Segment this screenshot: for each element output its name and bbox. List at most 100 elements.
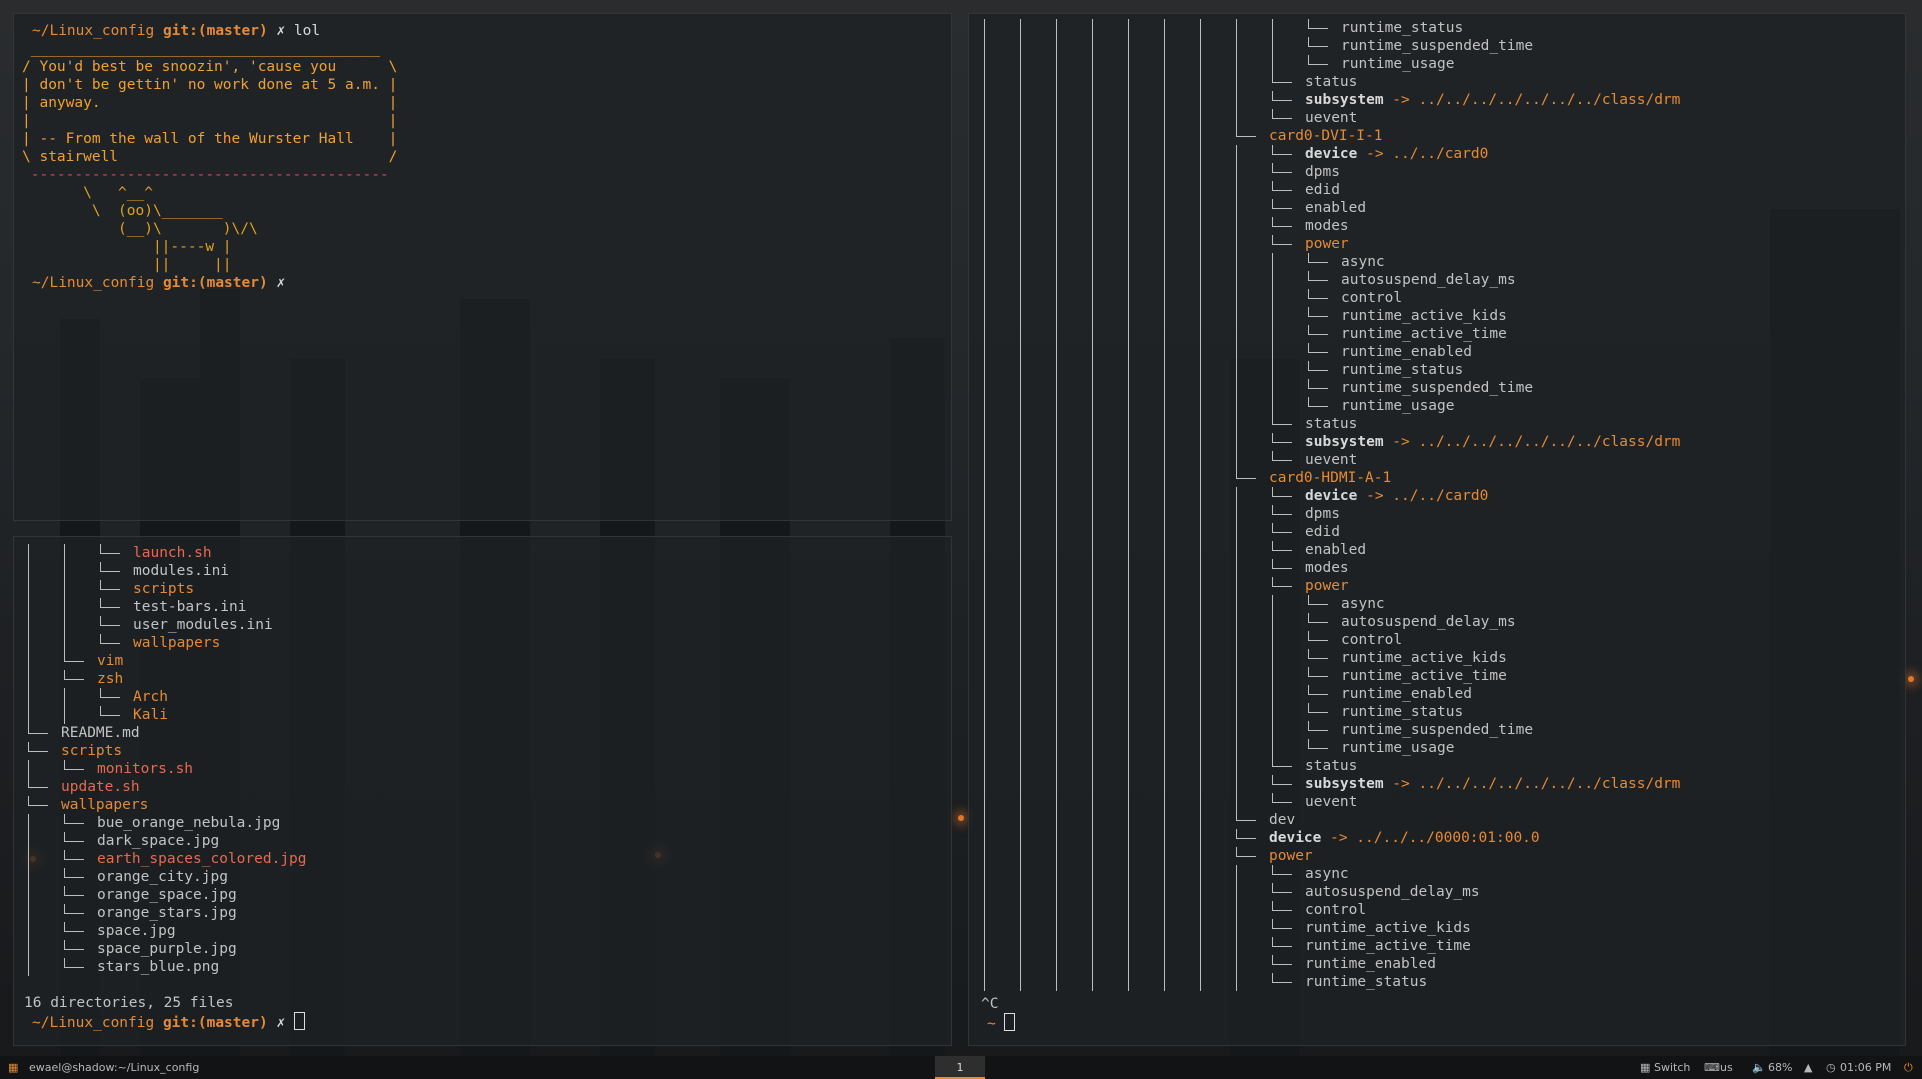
tree-entry-name: runtime_enabled [1341,686,1472,702]
keyboard-icon: ⌨ [1704,1061,1720,1074]
terminal-sysfs-tree[interactable]: runtime_status runtime_suspended_time runt… [968,13,1906,1046]
tree-entry-name: runtime_enabled [1305,956,1436,972]
prompt-git: git:(master) [162,23,268,39]
tree-guide [1056,19,1057,991]
tree-entry: modes [1305,217,1349,235]
tree-entry: autosuspend_delay_ms [1305,883,1480,901]
tree-connector [100,706,126,724]
tree-entry: wallpapers [133,634,220,652]
tree-connector [100,544,126,562]
tree-connector [1272,505,1298,523]
symlink-target: -> ../../card0 [1357,488,1489,504]
tree-guide [1164,19,1165,991]
tree-connector [1308,613,1334,631]
symlink-target: -> ../../../../../../../class/drm [1383,92,1681,108]
tree-entry-name: status [1305,74,1358,90]
prompt-line: ~/Linux_config git:(master) ✗ [32,1012,305,1031]
tree-entry: runtime_status [1341,19,1463,37]
cow-bubble-line: | | [22,113,398,129]
cow-bubble-line: / You'd best be snoozin', 'cause you \ [22,59,398,75]
tree-connector [64,868,90,886]
prompt-path: ~/Linux_config [32,1015,155,1031]
tree-entry-name: async [1341,596,1385,612]
tree-entry-name: runtime_suspended_time [1341,38,1534,54]
tree-connector [1272,577,1298,595]
tree-entry: bue_orange_nebula.jpg [97,814,280,832]
tree-entry-name: wallpapers [133,635,221,651]
tree-entry: enabled [1305,541,1366,559]
tree-entry-name: runtime_active_time [1341,326,1507,342]
tree-connector [1272,955,1298,973]
tree-guide [1200,19,1201,991]
prompt-line: ~/Linux_config git:(master) ✗ [32,274,285,292]
tree-entry-name: scripts [133,581,195,597]
tree-entry: runtime_suspended_time [1341,379,1533,397]
workspace-1[interactable]: 1 [935,1056,985,1079]
tree-entry-name: Arch [133,689,168,705]
prompt-command: ✗ [276,1015,286,1031]
tree-entry: device -> ../../../0000:01:00.0 [1269,829,1540,847]
tree-entry-name: runtime_status [1341,362,1464,378]
keyboard-layout[interactable]: us [1720,1056,1733,1079]
tree-entry: runtime_enabled [1341,343,1472,361]
tree-entry-name: bue_orange_nebula.jpg [97,815,281,831]
tree-entry: power [1305,577,1349,595]
cow-bubble-line: | -- From the wall of the Wurster Hall | [22,131,398,147]
tree-entry-name: uevent [1305,794,1358,810]
volume-level[interactable]: 68% [1768,1056,1792,1079]
tree-entry: runtime_enabled [1305,955,1436,973]
tree-entry: runtime_active_time [1305,937,1471,955]
tree-entry: device -> ../../card0 [1305,145,1488,163]
tree-connector [1308,397,1334,415]
tree-entry-name: runtime_active_kids [1341,308,1507,324]
tree-entry-name: update.sh [61,779,140,795]
tree-connector [64,940,90,958]
tree-entry: update.sh [61,778,140,796]
tree-entry-name: runtime_active_kids [1305,920,1471,936]
tree-entry: control [1305,901,1366,919]
cow-bubble-top: ________________________________________ [22,41,380,57]
cursor [1004,1013,1016,1031]
tree-entry-name: status [1305,416,1358,432]
tree-entry: README.md [61,724,140,742]
tree-connector [28,796,54,814]
power-icon[interactable]: ⏻ [1904,1056,1913,1079]
tree-connector [1236,829,1262,847]
tree-entry: dark_space.jpg [97,832,219,850]
tree-entry-name: wallpapers [61,797,149,813]
tree-connector [1272,559,1298,577]
tree-connector [100,616,126,634]
tree-connector [100,688,126,706]
volume-icon: 🔈 [1752,1061,1766,1074]
tree-entry-name: runtime_usage [1341,398,1455,414]
tree-entry-name: device [1305,146,1358,162]
tree-connector [1308,739,1334,757]
cow-art-line: ||----w | [22,239,232,255]
grid-icon[interactable]: ▦ [8,1056,18,1079]
tree-entry: runtime_active_kids [1341,307,1507,325]
tree-entry-name: stars_blue.png [97,959,220,975]
tree-entry-name: runtime_enabled [1341,344,1472,360]
tree-connector [1236,847,1262,865]
terminal-tree[interactable]: launch.sh modules.ini scripts test-bars.ini… [13,536,952,1046]
clock-icon: ◷ [1826,1061,1836,1074]
lock-icon[interactable]: ▲ [1804,1056,1812,1079]
tree-guide [28,544,29,724]
tree-entry-name: dark_space.jpg [97,833,220,849]
tree-entry-name: space_purple.jpg [97,941,237,957]
tree-entry: runtime_status [1305,973,1427,991]
tree-connector [1272,919,1298,937]
tree-entry: orange_space.jpg [97,886,237,904]
tree-entry-name: control [1305,902,1367,918]
tree-connector [1272,973,1298,991]
tree-entry-name: device [1269,830,1322,846]
tree-connector [64,832,90,850]
symlink-target: -> ../../../0000:01:00.0 [1321,830,1540,846]
tree-entry-name: enabled [1305,542,1367,558]
tree-entry-name: dev [1269,812,1296,828]
switch-label[interactable]: Switch [1654,1056,1690,1079]
tree-entry-name: runtime_suspended_time [1341,380,1534,396]
tree-entry-name: runtime_usage [1341,56,1455,72]
tree-guide [1272,19,1273,73]
terminal-cowsay[interactable]: ~/Linux_config git:(master) ✗ lol ______… [13,13,952,521]
